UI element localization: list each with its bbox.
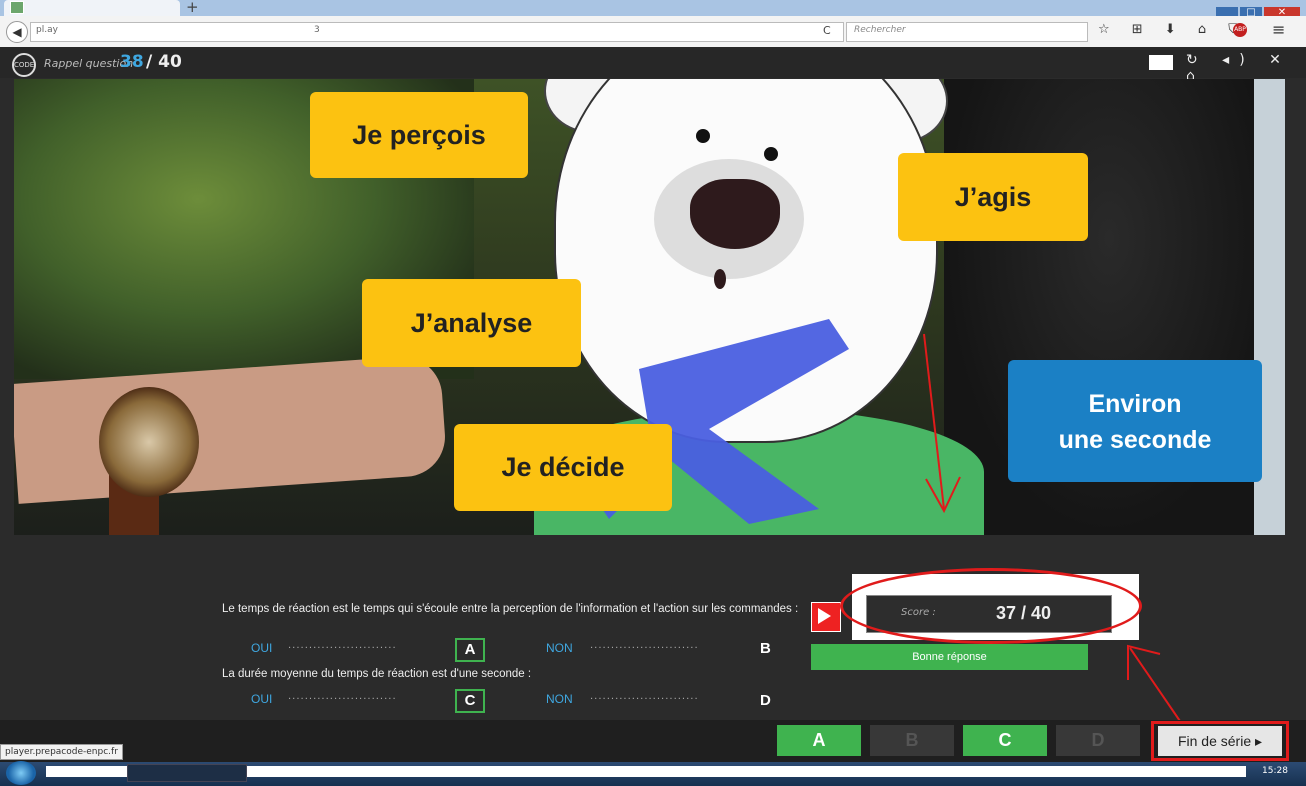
bear-eye-left	[696, 129, 710, 143]
url-fragment: 3	[314, 25, 320, 35]
red-arrow-annotation	[923, 333, 961, 514]
url-bar[interactable]	[30, 22, 844, 42]
play-icon	[818, 608, 831, 624]
start-button-icon[interactable]	[6, 761, 36, 785]
q1-oui: OUI	[251, 641, 273, 655]
red-circle-annotation	[840, 568, 1142, 644]
q1-non: NON	[546, 641, 573, 655]
volume-indicator[interactable]	[1149, 55, 1173, 70]
q1-answer-a-selected: A	[455, 638, 485, 662]
reload-icon[interactable]: C	[823, 24, 831, 37]
q2-oui-dots: ··························	[288, 694, 397, 705]
adblock-icon[interactable]: ABP	[1233, 23, 1247, 37]
new-tab-button[interactable]: +	[186, 0, 199, 16]
question-video-frame: Je perçois J’agis J’analyse Je décide En…	[14, 79, 1285, 535]
result-banner: Bonne réponse	[811, 644, 1088, 670]
answer-button-a[interactable]: A	[777, 725, 861, 756]
bubble-percois: Je perçois	[310, 92, 528, 178]
q2-non-dots: ··························	[590, 694, 699, 705]
answer-button-b[interactable]: B	[870, 725, 954, 756]
back-button[interactable]: ◀	[6, 21, 28, 43]
app-logo[interactable]: CODE	[12, 53, 36, 77]
question-current: 38	[120, 52, 144, 72]
q2-oui: OUI	[251, 692, 273, 706]
q2-non: NON	[546, 692, 573, 706]
bear-nose	[690, 179, 780, 249]
bubble-environ-une-seconde: Environ une seconde	[1008, 360, 1262, 482]
search-placeholder: Rechercher	[854, 25, 906, 35]
tab-favicon-icon	[10, 1, 24, 14]
watch-icon	[99, 387, 199, 497]
red-arrow-to-end-button	[1127, 644, 1183, 725]
bubble-agis: J’agis	[898, 153, 1088, 241]
taskbar-clock: 15:28	[1262, 766, 1288, 776]
bubble-analyse: J’analyse	[362, 279, 581, 367]
q2-answer-d: D	[760, 692, 771, 709]
answer-button-c[interactable]: C	[963, 725, 1047, 756]
browser-tab[interactable]	[4, 0, 180, 16]
question-1-text: Le temps de réaction est le temps qui s'…	[222, 603, 799, 615]
q1-non-dots: ··························	[590, 643, 699, 654]
status-url: player.prepacode-enpc.fr	[0, 744, 123, 760]
question-total: / 40	[146, 52, 182, 72]
answer-button-d[interactable]: D	[1056, 725, 1140, 756]
bear-eye-right	[764, 147, 778, 161]
bubble-seconde-line2: une seconde	[1058, 426, 1212, 454]
q1-oui-dots: ··························	[288, 643, 397, 654]
bubble-decide: Je décide	[454, 424, 672, 511]
red-box-annotation	[1151, 721, 1289, 761]
menu-icon[interactable]: ≡	[1272, 20, 1285, 39]
q2-answer-c-selected: C	[455, 689, 485, 713]
question-2-text: La durée moyenne du temps de réaction es…	[222, 668, 532, 680]
url-text: pl.ay	[36, 25, 58, 35]
bubble-seconde-line1: Environ	[1088, 390, 1182, 418]
q1-answer-b: B	[760, 640, 771, 657]
taskbar-window-button[interactable]	[127, 764, 247, 782]
toolbar-icons[interactable]: ☆ ⊞ ⬇ ⌂ ⛉	[1098, 22, 1247, 37]
bear-mouth	[714, 269, 726, 289]
app-header	[0, 47, 1306, 78]
